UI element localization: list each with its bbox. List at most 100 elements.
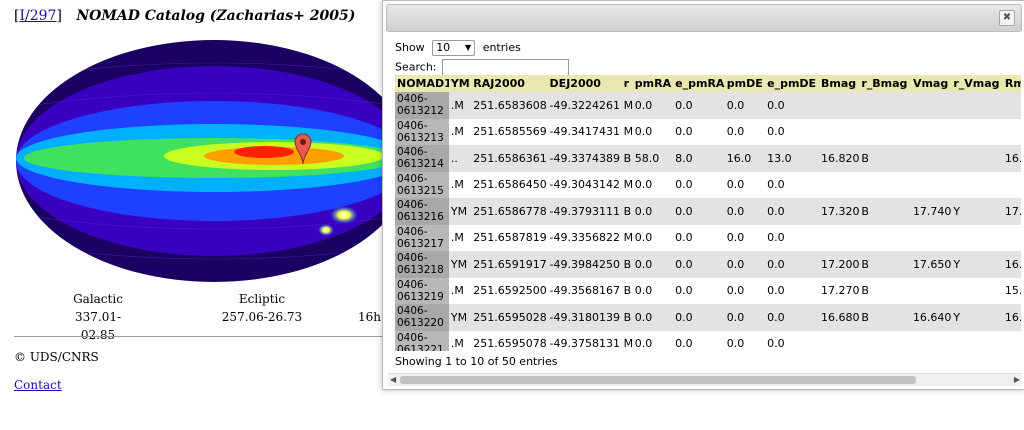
coord-label: Galactic — [73, 292, 123, 306]
column-header-e-pmra[interactable]: e_pmRA — [673, 75, 725, 92]
table-cell-vmag — [911, 225, 951, 252]
search-input[interactable] — [442, 59, 569, 76]
table-cell-r-bmag — [859, 172, 911, 199]
table-cell-r-bmag — [859, 225, 911, 252]
column-header-dej2000[interactable]: DEJ2000 — [547, 75, 622, 92]
table-cell-ym: YM — [448, 251, 472, 278]
table-cell-bmag: 16.820 — [818, 145, 860, 172]
coord-value: 257.06-26.73 — [221, 310, 303, 324]
column-header-r-vmag[interactable]: r_Vmag — [951, 75, 1003, 92]
table-cell-raj2000: 251.6595028 — [471, 304, 548, 331]
table-row[interactable]: 0406-0613219 .M 251.6592500 -49.3568167 B 0.0… — [395, 277, 1021, 304]
page-length-value: 10 — [436, 41, 451, 54]
table-cell-e-pmde: 13.0 — [765, 145, 819, 172]
table-cell-r: B — [621, 251, 633, 278]
table-cell-e-pmde: 0.0 — [767, 337, 785, 351]
table-cell-r: M — [623, 178, 633, 192]
table-row[interactable]: 0406-0613212 .M 251.6583608 -49.3224261 M 0.0… — [395, 92, 1021, 119]
table-cell-raj2000: 251.6586361 — [471, 145, 548, 172]
table-cell-ym: .M — [450, 178, 464, 192]
table-cell-pmde: 0.0 — [726, 337, 745, 351]
table-cell-e-pmra: 0.0 — [675, 337, 693, 351]
table-cell-e-pmra: 0.0 — [675, 178, 693, 192]
sky-density-map[interactable] — [14, 38, 414, 284]
table-cell-pmde: 0.0 — [724, 92, 766, 119]
table-cell-r-vmag — [951, 145, 1003, 172]
table-cell-pmde: 0.0 — [724, 251, 766, 278]
table-cell-r: M — [623, 231, 633, 245]
table-cell-vmag — [910, 92, 952, 119]
table-row[interactable]: 0406-0613214.. 251.6586361 -49.3374389 B 58.… — [395, 145, 1021, 172]
table-cell-raj2000: 251.6585569 — [473, 125, 547, 139]
table-cell-r: B — [621, 304, 633, 331]
table-cell-vmag — [911, 172, 951, 199]
table-cell-raj2000: 251.6586778 — [471, 198, 548, 225]
table-cell-nomad1: 0406-0613221 — [395, 330, 449, 351]
column-header-r[interactable]: r — [621, 75, 633, 92]
search-control: Search: — [395, 59, 569, 76]
table-cell-dej2000: -49.3224261 — [547, 92, 622, 119]
page-length-select[interactable]: 10 ▼ — [432, 40, 476, 56]
table-cell-nomad1: 0406-0613213 — [395, 118, 449, 145]
column-header-r-bmag[interactable]: r_Bmag — [859, 75, 911, 92]
column-header-bmag[interactable]: Bmag — [818, 75, 860, 92]
table-cell-vmag — [910, 145, 952, 172]
table-cell-r: B — [623, 284, 632, 298]
table-cell-vmag — [911, 119, 951, 146]
column-header-rmag[interactable]: Rmag — [1002, 75, 1021, 92]
table-cell-r-vmag: Y — [951, 304, 1003, 331]
table-cell-r-bmag: B — [859, 304, 911, 331]
table-cell-r-vmag — [951, 172, 1003, 199]
scroll-left-icon[interactable]: ◀ — [390, 375, 396, 384]
catalog-id-link[interactable]: I/297 — [19, 8, 56, 24]
horizontal-scrollbar[interactable]: ◀ ▶ — [388, 373, 1022, 386]
scrollbar-thumb[interactable] — [400, 376, 916, 384]
table-cell-bmag — [818, 92, 860, 119]
table-cell-nomad1: 0406-0613219 — [395, 277, 449, 304]
table-cell-ym: .M — [450, 125, 464, 139]
table-row[interactable]: 0406-0613220 YM 251.6595028 -49.3180139 B 0.0… — [395, 304, 1021, 331]
table-cell-rmag: 17.160 — [1002, 198, 1021, 225]
column-header-pmde[interactable]: pmDE — [724, 75, 766, 92]
table-cell-pmra: 58.0 — [632, 145, 674, 172]
table-cell-nomad1: 0406-0613216 — [395, 198, 449, 225]
column-header-vmag[interactable]: Vmag — [910, 75, 952, 92]
table-row[interactable]: 0406-0613216 YM 251.6586778 -49.3793111 B 0.0… — [395, 198, 1021, 225]
table-cell-pmde: 0.0 — [726, 125, 745, 139]
search-label: Search: — [395, 60, 437, 74]
table-row[interactable]: 0406-0613218 YM 251.6591917 -49.3984250 B 0.0… — [395, 251, 1021, 278]
table-cell-rmag: 16.320 — [1002, 251, 1021, 278]
close-icon[interactable]: ✖ — [999, 10, 1015, 26]
table-cell-r-vmag — [951, 331, 1003, 352]
table-cell-r: B — [621, 145, 633, 172]
table-row[interactable]: 0406-0613213 .M 251.6585569 -49.3417431 M 0.0… — [395, 118, 1021, 146]
table-cell-nomad1: 0406-0613212 — [395, 92, 449, 119]
dialog-titlebar[interactable]: ✖ — [386, 4, 1022, 32]
contact-link[interactable]: Contact — [14, 378, 62, 392]
divider — [14, 336, 384, 337]
column-header-pmra[interactable]: pmRA — [632, 75, 674, 92]
table-row[interactable]: 0406-0613217 .M 251.6587819 -49.3356822 M 0.0… — [395, 224, 1021, 252]
map-body — [16, 40, 412, 282]
table-cell-r-vmag — [951, 119, 1003, 146]
coord-ecliptic: Ecliptic 257.06-26.73 — [212, 290, 312, 326]
table-cell-e-pmra: 8.0 — [673, 145, 725, 172]
table-cell-e-pmra: 0.0 — [673, 92, 725, 119]
table-cell-rmag: 16.270 — [1002, 304, 1021, 331]
table-cell-pmra: 0.0 — [632, 304, 674, 331]
table-cell-pmde: 0.0 — [726, 178, 745, 192]
column-header-nomad1[interactable]: NOMAD1 — [395, 75, 449, 92]
scroll-right-icon[interactable]: ▶ — [1014, 375, 1020, 384]
table-cell-r-vmag — [951, 92, 1003, 119]
table-row[interactable]: 0406-0613221 .M 251.6595078 -49.3758131 M 0.0… — [395, 330, 1021, 352]
column-header-ym[interactable]: YM — [448, 75, 472, 92]
table-row[interactable]: 0406-0613215 .M 251.6586450 -49.3043142 M 0.0… — [395, 171, 1021, 199]
table-cell-r-bmag: B — [859, 251, 911, 278]
table-cell-rmag — [1003, 331, 1021, 352]
column-header-raj2000[interactable]: RAJ2000 — [471, 75, 548, 92]
column-header-e-pmde[interactable]: e_pmDE — [765, 75, 819, 92]
table-cell-r-bmag: B — [859, 145, 911, 172]
table-cell-pmra: 0.0 — [634, 284, 653, 298]
table-cell-dej2000: -49.3984250 — [547, 251, 622, 278]
table-cell-dej2000: -49.3356822 — [549, 231, 620, 245]
